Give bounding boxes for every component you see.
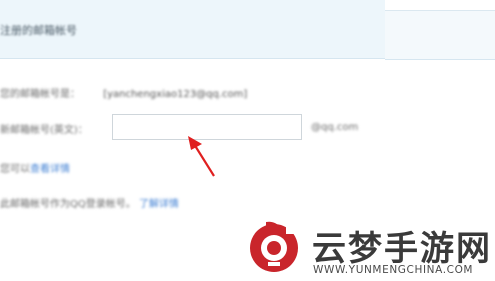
watermark-title: 云梦手游网: [312, 229, 492, 269]
tip-row: 您可以查看详情: [0, 160, 70, 175]
tip-link[interactable]: 查看详情: [30, 164, 70, 175]
tip-text: 您可以: [0, 164, 30, 175]
current-account-label: 您的邮箱帐号是：: [0, 89, 80, 100]
page-title: 注册的邮箱帐号: [0, 24, 77, 37]
note-text: 此邮箱帐号作为QQ登录帐号。: [0, 199, 136, 210]
page-header: 注册的邮箱帐号: [0, 0, 385, 59]
watermark-url: WWW.YUNMENGCHINA.COM: [313, 264, 474, 276]
email-suffix: @qq.com: [311, 122, 359, 133]
learn-more-link[interactable]: 了解详情: [139, 199, 179, 210]
new-account-label: 新邮箱帐号(英文)：: [0, 125, 88, 136]
red-arrow-annotation: [188, 136, 215, 177]
current-account-value: [yanchengxiao123@qq.com]: [103, 89, 248, 100]
note-row: 此邮箱帐号作为QQ登录帐号。 了解详情: [0, 195, 179, 210]
current-account-row: 您的邮箱帐号是： [yanchengxiao123@qq.com]: [0, 85, 247, 100]
watermark-logo-icon: [250, 221, 298, 272]
header-extension: [385, 10, 495, 60]
